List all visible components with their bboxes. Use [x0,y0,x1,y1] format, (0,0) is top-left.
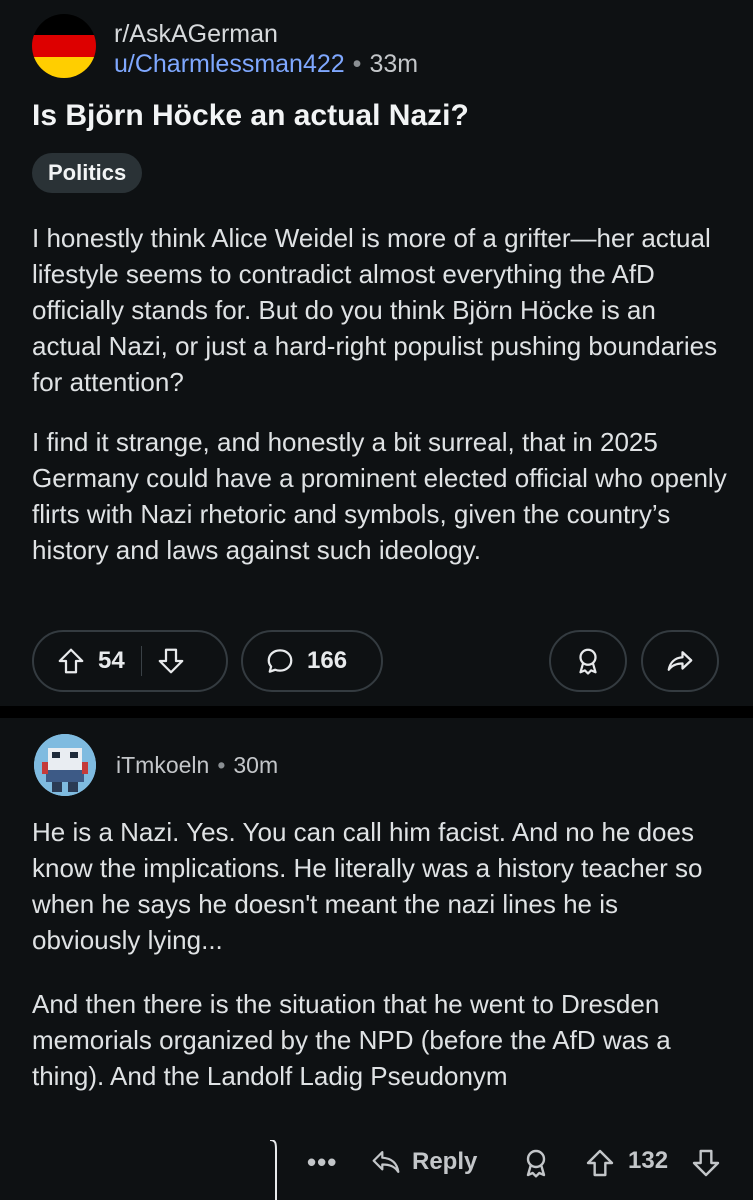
section-divider [0,706,753,718]
meta-separator: • [352,50,362,78]
share-arrow-icon [665,646,695,676]
comment-paragraph-1: He is a Nazi. Yes. You can call him faci… [32,817,703,955]
share-button[interactable] [641,630,719,692]
reply-button[interactable]: Reply [370,1147,477,1177]
award-ribbon-icon [573,646,603,676]
comment-meta: iTmkoeln • 30m [116,752,278,779]
post-body-paragraph-2: I find it strange, and honestly a bit su… [32,427,727,565]
post-meta: u/Charmlessman422 • 33m [114,50,418,79]
downvote-icon[interactable] [156,646,186,676]
comment-downvote-icon[interactable] [690,1147,722,1179]
post-comment-count: 166 [307,647,348,674]
comment-score: 132 [628,1147,669,1174]
commenter-username[interactable]: iTmkoeln [116,752,209,778]
reply-arrow-icon [370,1147,402,1177]
award-button[interactable] [549,630,627,692]
comment-action-bar: ••• Reply 132 [0,1145,753,1185]
more-options-button[interactable]: ••• [307,1147,337,1178]
vote-divider [140,646,142,676]
vote-bar: 54 [32,630,228,692]
comment-award-icon[interactable] [520,1147,552,1179]
post-author-link[interactable]: u/Charmlessman422 [114,50,345,78]
comments-button[interactable]: 166 [241,630,383,692]
thread-line [269,1140,277,1200]
subreddit-name[interactable]: r/AskAGerman [114,20,278,49]
upvote-icon[interactable] [56,646,86,676]
post-upvote-count: 54 [98,647,125,674]
comment-paragraph-2: And then there is the situation that he … [32,989,671,1091]
reply-label: Reply [412,1148,478,1175]
post-flair[interactable]: Politics [32,153,143,193]
speech-bubble-icon [265,646,295,676]
comment-meta-separator: • [217,752,226,778]
comment-time: 30m [233,752,279,778]
comment-card: iTmkoeln • 30m He is a Nazi. Yes. You can … [0,718,753,1200]
post-title[interactable]: Is Björn Höcke an actual Nazi? [32,99,469,133]
post-card: r/AskAGerman u/Charmlessman422 • 33m Is Bj… [0,0,753,700]
subreddit-avatar-germany-flag[interactable] [32,14,96,78]
post-body-paragraph-1: I honestly think Alice Weidel is more of… [32,223,718,397]
post-time: 33m [369,50,419,78]
commenter-avatar[interactable] [34,734,96,796]
comment-upvote-icon[interactable] [584,1147,616,1179]
